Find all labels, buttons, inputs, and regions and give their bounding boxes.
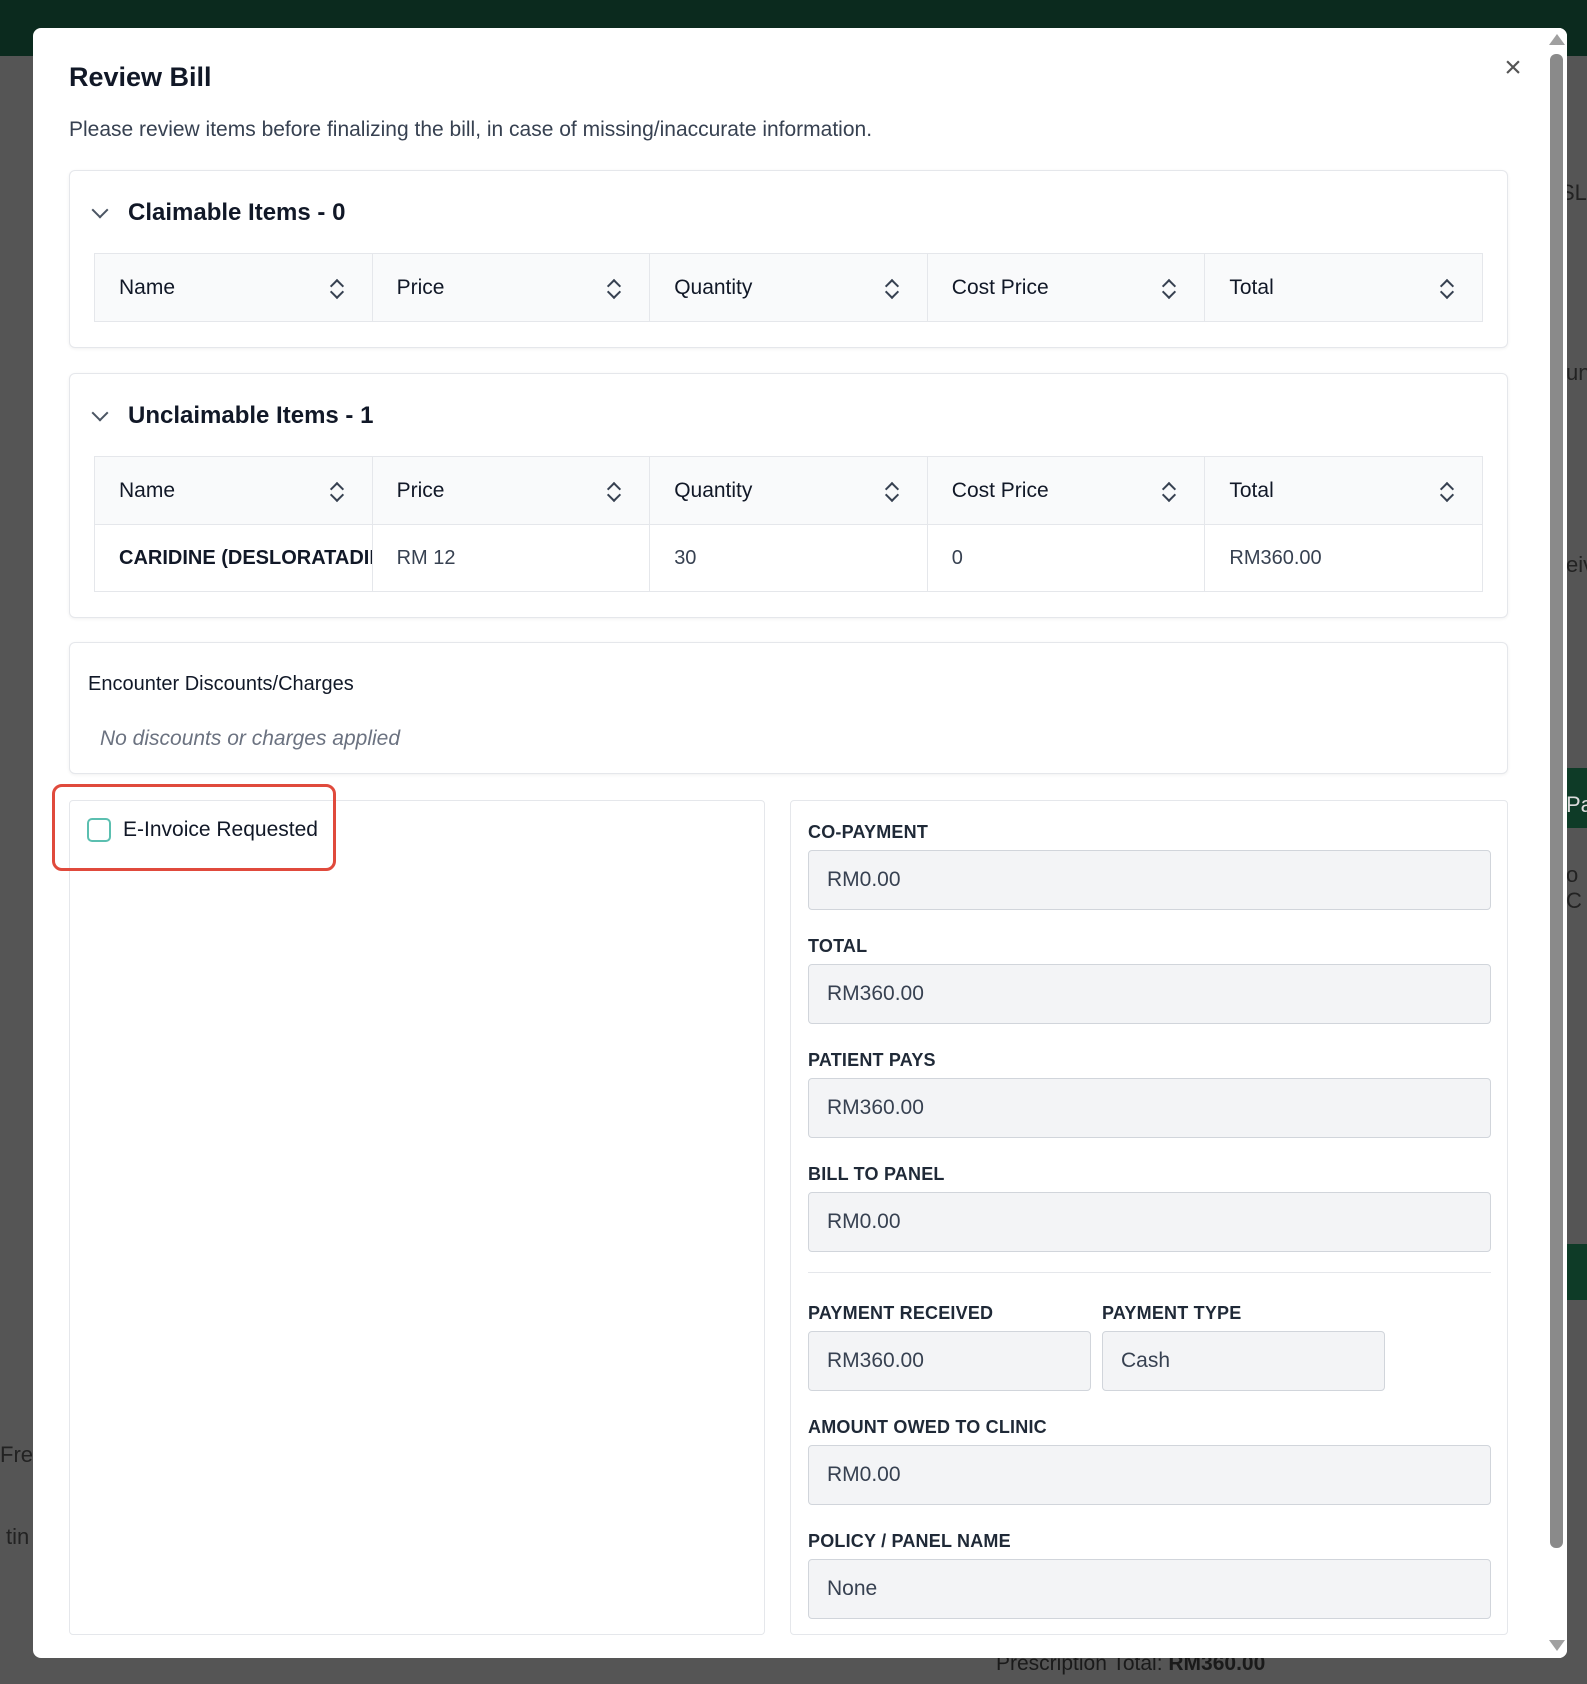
column-header-name[interactable]: Name: [94, 253, 373, 322]
claimable-items-table: Name Price Quantity Cost Price Total: [94, 253, 1483, 322]
discounts-empty-text: No discounts or charges applied: [100, 727, 401, 750]
patient-pays-field[interactable]: RM360.00: [808, 1078, 1491, 1138]
table-row: CARIDINE (DESLORATADINE) RM 12 30 0 RM36…: [94, 524, 1483, 592]
einvoice-panel: [69, 800, 765, 1635]
column-header-total[interactable]: Total: [1204, 456, 1483, 525]
background-text-fragment: Pay: [1566, 792, 1587, 817]
cell-total: RM360.00: [1204, 524, 1483, 592]
sort-icon[interactable]: [607, 278, 621, 300]
co-payment-field[interactable]: RM0.00: [808, 850, 1491, 910]
sort-icon[interactable]: [330, 481, 344, 503]
einvoice-label[interactable]: E-Invoice Requested: [123, 818, 318, 842]
chevron-down-icon: [91, 201, 109, 219]
cell-cost-price: 0: [927, 524, 1206, 592]
cell-quantity: 30: [649, 524, 928, 592]
column-header-quantity[interactable]: Quantity: [649, 253, 928, 322]
scrollbar-thumb[interactable]: [1550, 54, 1563, 1548]
total-label: TOTAL: [808, 936, 868, 956]
payment-received-label: PAYMENT RECEIVED: [808, 1303, 994, 1323]
column-header-price[interactable]: Price: [372, 456, 651, 525]
column-header-cost-price[interactable]: Cost Price: [927, 456, 1206, 525]
payment-type-field[interactable]: Cash: [1102, 1331, 1385, 1391]
section-title: Unclaimable Items - 1: [128, 402, 374, 429]
scroll-down-icon[interactable]: [1549, 1640, 1565, 1651]
background-text-fragment: un: [1566, 360, 1587, 385]
section-title: Claimable Items - 0: [128, 199, 346, 226]
background-text-fragment: tin: [6, 1524, 30, 1549]
column-header-name[interactable]: Name: [94, 456, 373, 525]
sort-icon[interactable]: [885, 278, 899, 300]
sort-icon[interactable]: [1162, 481, 1176, 503]
total-field[interactable]: RM360.00: [808, 964, 1491, 1024]
chevron-down-icon: [91, 404, 109, 422]
unclaimable-items-toggle[interactable]: Unclaimable Items - 1: [91, 402, 374, 430]
sort-icon[interactable]: [607, 481, 621, 503]
column-header-quantity[interactable]: Quantity: [649, 456, 928, 525]
background-text-fragment: eiv: [1566, 552, 1587, 577]
encounter-discounts-section: Encounter Discounts/Charges No discounts…: [69, 642, 1508, 774]
background-text-fragment: o C: [1566, 862, 1582, 913]
divider: [808, 1272, 1491, 1273]
column-header-price[interactable]: Price: [372, 253, 651, 322]
bill-to-panel-label: BILL TO PANEL: [808, 1164, 945, 1184]
einvoice-checkbox[interactable]: [87, 818, 111, 842]
column-header-total[interactable]: Total: [1204, 253, 1483, 322]
policy-panel-name-label: POLICY / PANEL NAME: [808, 1531, 1011, 1551]
scroll-up-icon[interactable]: [1549, 34, 1565, 45]
payment-type-label: PAYMENT TYPE: [1102, 1303, 1242, 1323]
unclaimable-items-section: Unclaimable Items - 1 Name Price Quantit…: [69, 373, 1508, 618]
unclaimable-items-table: Name Price Quantity Cost Price Total CAR…: [94, 456, 1483, 592]
sort-icon[interactable]: [1440, 278, 1454, 300]
cell-price: RM 12: [372, 524, 651, 592]
sort-icon[interactable]: [330, 278, 344, 300]
column-header-cost-price[interactable]: Cost Price: [927, 253, 1206, 322]
cell-name: CARIDINE (DESLORATADINE): [94, 524, 373, 592]
sort-icon[interactable]: [1162, 278, 1176, 300]
modal-description: Please review items before finalizing th…: [69, 118, 873, 141]
close-icon[interactable]: ×: [1495, 50, 1531, 86]
sort-icon[interactable]: [885, 481, 899, 503]
claimable-items-toggle[interactable]: Claimable Items - 0: [91, 199, 346, 227]
co-payment-label: CO-PAYMENT: [808, 822, 929, 842]
review-bill-modal: Review Bill × Please review items before…: [33, 28, 1567, 1658]
payment-received-field[interactable]: RM360.00: [808, 1331, 1091, 1391]
discounts-title: Encounter Discounts/Charges: [88, 673, 354, 695]
amount-owed-field[interactable]: RM0.00: [808, 1445, 1491, 1505]
modal-title: Review Bill: [69, 62, 212, 92]
bill-to-panel-field[interactable]: RM0.00: [808, 1192, 1491, 1252]
policy-panel-name-field[interactable]: None: [808, 1559, 1491, 1619]
sort-icon[interactable]: [1440, 481, 1454, 503]
claimable-items-section: Claimable Items - 0 Name Price Quantity …: [69, 170, 1508, 348]
patient-pays-label: PATIENT PAYS: [808, 1050, 936, 1070]
amount-owed-label: AMOUNT OWED TO CLINIC: [808, 1417, 1047, 1437]
